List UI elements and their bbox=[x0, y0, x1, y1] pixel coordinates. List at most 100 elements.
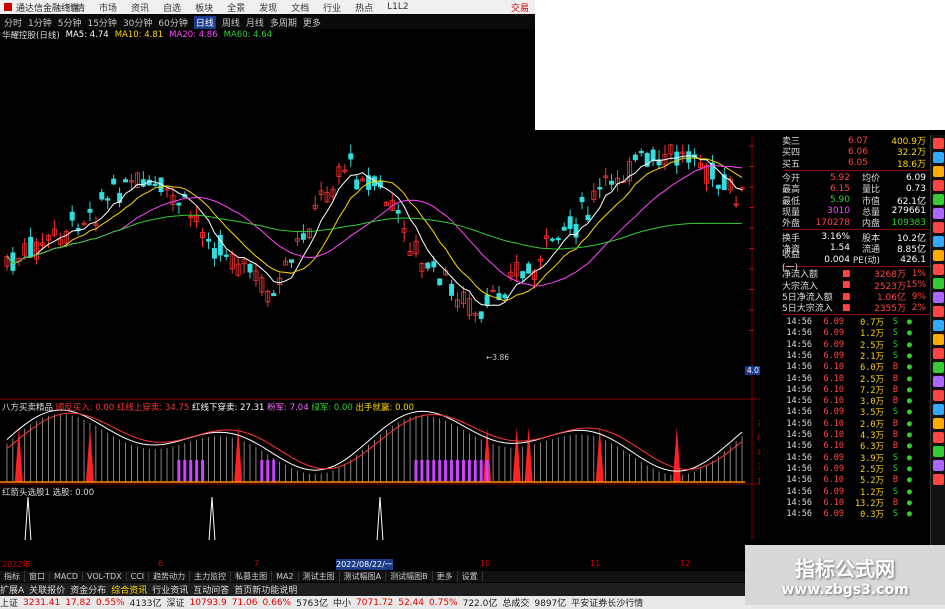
menu-item-3[interactable]: 自选 bbox=[156, 1, 188, 14]
flow-value: 2355万 bbox=[874, 304, 906, 315]
side-tool-icon-6[interactable] bbox=[933, 222, 944, 233]
side-tool-icon-7[interactable] bbox=[933, 236, 944, 247]
tick-direction: S bbox=[892, 509, 898, 520]
side-tool-icon-8[interactable] bbox=[933, 250, 944, 261]
side-tool-icon-19[interactable] bbox=[933, 404, 944, 415]
status-item-3[interactable]: 综合资讯 bbox=[111, 583, 147, 596]
flow-bar-icon: ■ bbox=[842, 291, 851, 302]
ind1-pink-bar bbox=[260, 460, 264, 482]
tick-price: 6.10 bbox=[823, 373, 844, 384]
date-tick-6: 11 bbox=[590, 559, 601, 568]
side-tool-icon-9[interactable] bbox=[933, 264, 944, 275]
side-tool-icon-22[interactable] bbox=[933, 446, 944, 457]
menu-item-2[interactable]: 资讯 bbox=[124, 1, 156, 14]
side-tool-icon-10[interactable] bbox=[933, 278, 944, 289]
side-tool-icon-23[interactable] bbox=[933, 460, 944, 471]
side-tool-icon-5[interactable] bbox=[933, 208, 944, 219]
indicator1-value-5: 出手就赢: 0.00 bbox=[355, 403, 415, 413]
side-tool-icon-14[interactable] bbox=[933, 334, 944, 345]
flow-pct: 9% bbox=[911, 291, 926, 302]
indicator-tab-0[interactable]: 指标 bbox=[0, 571, 25, 582]
indicator-tab-12[interactable]: 更多 bbox=[433, 571, 458, 582]
indicator-tab-1[interactable]: 窗口 bbox=[25, 571, 50, 582]
menu-item-5[interactable]: 全景 bbox=[220, 1, 252, 14]
status-item-1[interactable]: 关联报价 bbox=[29, 583, 65, 596]
status-item-5[interactable]: 互动问答 bbox=[193, 583, 229, 596]
candle-body bbox=[348, 153, 354, 160]
stat-value: 0.004 bbox=[824, 254, 850, 265]
indicator-tab-2[interactable]: MACD bbox=[50, 572, 83, 581]
menu-item-8[interactable]: 行业 bbox=[316, 1, 348, 14]
status-item-2[interactable]: 资金分布 bbox=[70, 583, 106, 596]
ind2-signal-spike bbox=[376, 496, 384, 540]
menu-item-7[interactable]: 文档 bbox=[284, 1, 316, 14]
side-tool-icon-20[interactable] bbox=[933, 418, 944, 429]
side-tool-icon-13[interactable] bbox=[933, 320, 944, 331]
tick-time: 14:56 bbox=[786, 463, 812, 474]
side-tool-icon-21[interactable] bbox=[933, 432, 944, 443]
ind1-pink-bar bbox=[414, 460, 418, 482]
candle-body bbox=[549, 238, 555, 241]
side-tool-icon-16[interactable] bbox=[933, 362, 944, 373]
ind1-pink-bar bbox=[420, 460, 424, 482]
indicator-tab-10[interactable]: 测试幅图A bbox=[340, 571, 387, 582]
tick-time: 14:56 bbox=[786, 328, 812, 339]
side-tool-icon-2[interactable] bbox=[933, 166, 944, 177]
menu-item-6[interactable]: 发现 bbox=[252, 1, 284, 14]
stat-value-2: 109383 bbox=[891, 217, 926, 228]
menu-item-9[interactable]: 热点 bbox=[348, 1, 380, 14]
side-tool-icon-3[interactable] bbox=[933, 180, 944, 191]
tick-row: 14:56 6.10 2.5万 B ● bbox=[782, 373, 930, 385]
ind1-pink-bar bbox=[438, 460, 442, 482]
tick-volume: 2.0万 bbox=[860, 419, 884, 430]
tick-time: 14:56 bbox=[786, 486, 812, 497]
candle-body bbox=[99, 192, 105, 200]
side-tool-icon-15[interactable] bbox=[933, 348, 944, 359]
indicator-tab-6[interactable]: 主力监控 bbox=[190, 571, 232, 582]
status-item-4[interactable]: 行业资讯 bbox=[152, 583, 188, 596]
side-tool-icon-24[interactable] bbox=[933, 474, 944, 485]
ind1-pink-bar bbox=[485, 460, 489, 482]
side-tool-icon-11[interactable] bbox=[933, 292, 944, 303]
tick-flag-icon: ● bbox=[906, 497, 912, 508]
menu-item-10[interactable]: L1L2 bbox=[380, 2, 415, 12]
status-item-0[interactable]: 扩展A bbox=[0, 583, 24, 596]
tick-flag-icon: ● bbox=[906, 441, 912, 452]
index-item-17: 平安证券长沙行情 bbox=[571, 599, 644, 609]
side-tool-icon-4[interactable] bbox=[933, 194, 944, 205]
tick-direction: S bbox=[892, 350, 898, 361]
indicator-tab-13[interactable]: 设置 bbox=[458, 571, 483, 582]
index-item-9: 5763亿 bbox=[296, 599, 328, 609]
kline-chart[interactable]: 5.004.904.804.704.604.504.404.304.204.10… bbox=[0, 0, 760, 540]
side-tool-icon-12[interactable] bbox=[933, 306, 944, 317]
candle-body bbox=[638, 150, 644, 154]
tick-volume: 6.0万 bbox=[860, 363, 884, 374]
flow-pct: 15% bbox=[906, 280, 927, 291]
tick-time: 14:56 bbox=[786, 373, 812, 384]
menu-item-4[interactable]: 板块 bbox=[188, 1, 220, 14]
ask-price: 6.05 bbox=[847, 158, 868, 169]
status-item-6[interactable]: 首页新功能说明 bbox=[234, 583, 297, 596]
candle-body bbox=[484, 294, 490, 306]
candle-body bbox=[609, 180, 615, 185]
candle-body bbox=[573, 224, 579, 238]
side-tool-icon-1[interactable] bbox=[933, 152, 944, 163]
indicator-tab-4[interactable]: CCI bbox=[127, 572, 150, 581]
index-item-12: 52.44 bbox=[398, 597, 424, 608]
indicator-tab-5[interactable]: 趋势动力 bbox=[149, 571, 191, 582]
side-tool-icon-17[interactable] bbox=[933, 376, 944, 387]
side-tool-icon-0[interactable] bbox=[933, 138, 944, 149]
stat-value: 3.16% bbox=[821, 232, 850, 243]
tick-flag-icon: ● bbox=[906, 317, 912, 328]
indicator-tab-9[interactable]: 测试主图 bbox=[299, 571, 340, 582]
indicator-tab-11[interactable]: 测试幅图B bbox=[386, 571, 433, 582]
indicator-tab-7[interactable]: 私募主图 bbox=[231, 571, 273, 582]
tick-volume: 2.5万 bbox=[860, 374, 884, 385]
ind1-red-spike bbox=[85, 427, 94, 482]
menu-item-0[interactable]: 行情 bbox=[60, 1, 92, 14]
menu-item-1[interactable]: 市场 bbox=[92, 1, 124, 14]
indicator-tab-8[interactable]: MA2 bbox=[272, 572, 299, 581]
indicator-tab-3[interactable]: VOL-TDX bbox=[83, 572, 127, 581]
candle-body bbox=[650, 149, 656, 162]
side-tool-icon-18[interactable] bbox=[933, 390, 944, 401]
